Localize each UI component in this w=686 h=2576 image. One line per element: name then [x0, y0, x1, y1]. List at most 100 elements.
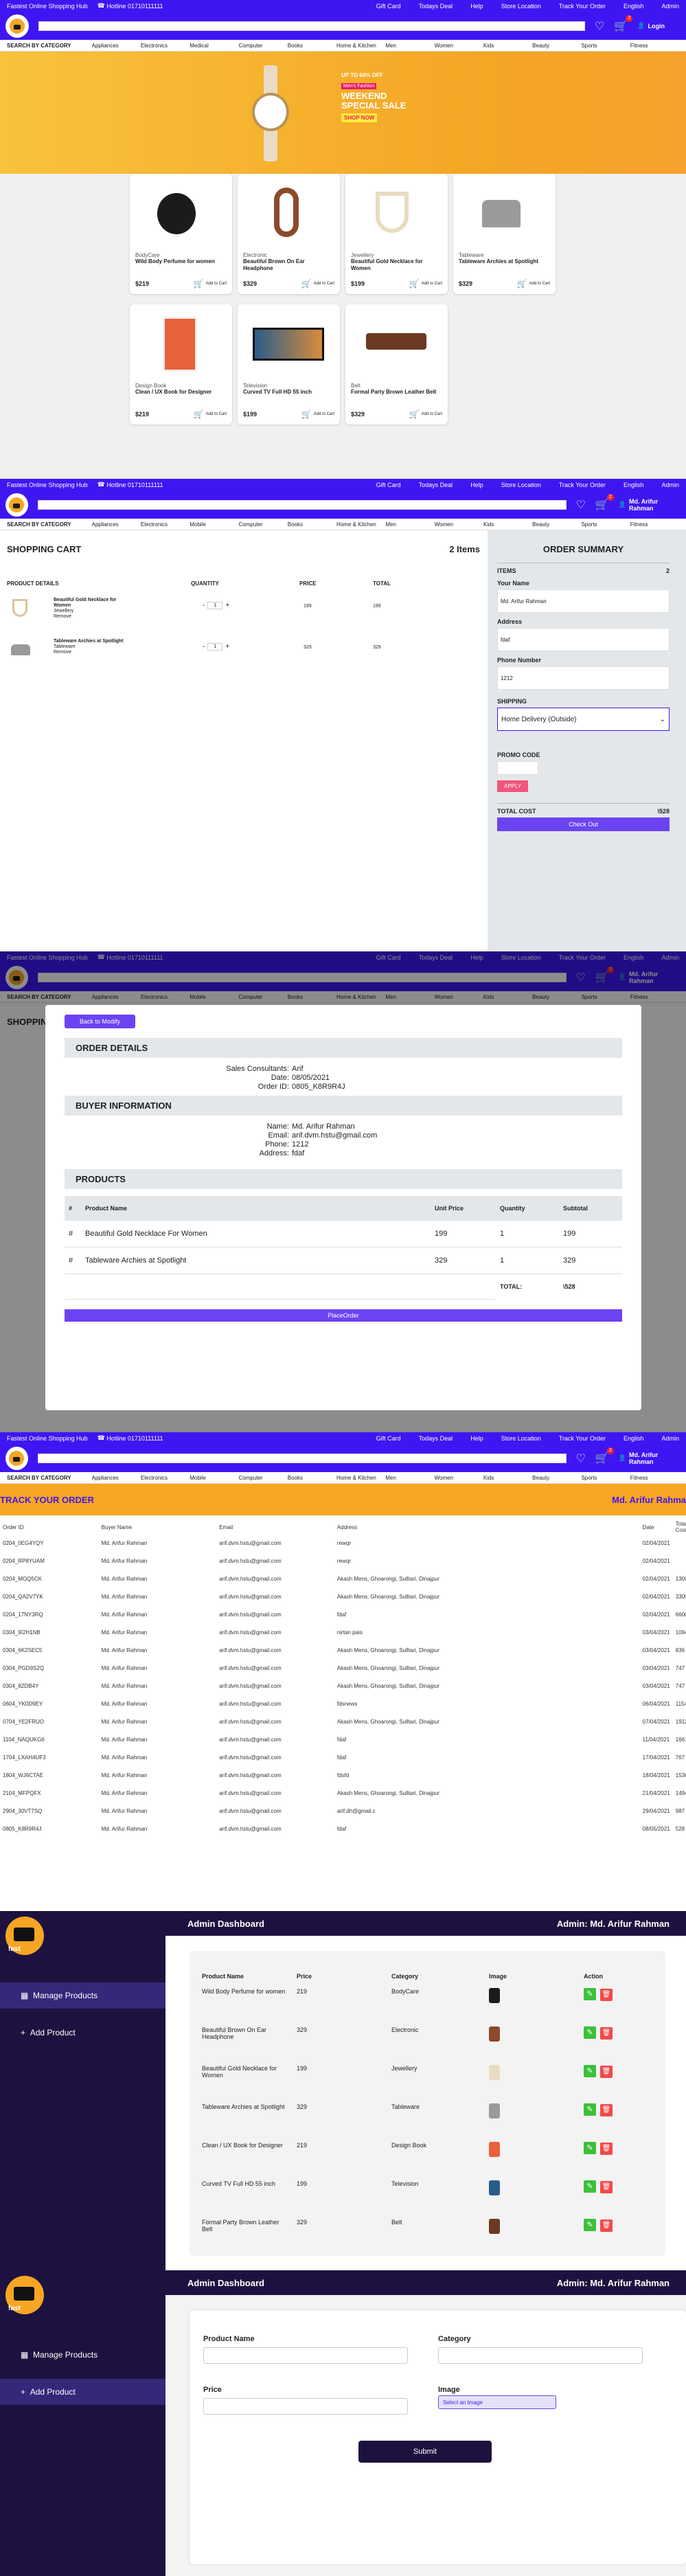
add-to-cart-button[interactable]: 🛒 Add to Cart — [409, 279, 442, 289]
link-track-order[interactable]: Track Your Order — [559, 1435, 606, 1442]
user-menu[interactable]: 👤 Md. Arifur Rahman — [619, 498, 681, 512]
link-admin[interactable]: Admin — [661, 3, 679, 10]
cat-mobile[interactable]: Mobile — [190, 521, 238, 528]
product-card[interactable]: Design Book Clean / UX Book for Designer… — [130, 304, 232, 425]
delete-icon[interactable]: 🗑 — [600, 2181, 613, 2193]
edit-icon[interactable]: ✎ — [584, 2026, 596, 2039]
language-select[interactable]: English — [624, 482, 644, 488]
link-todays-deal[interactable]: Todays Deal — [419, 3, 453, 10]
cat-women[interactable]: Women — [435, 43, 483, 49]
cat-electronics[interactable]: Electronics — [141, 521, 190, 528]
search-by-category[interactable]: SEARCH BY CATEGORY — [7, 1475, 71, 1481]
sidebar-item-manage-products[interactable]: ▦ Manage Products — [0, 1982, 165, 2009]
link-admin[interactable]: Admin — [661, 482, 679, 488]
link-store-location[interactable]: Store Location — [501, 482, 541, 488]
select-image-button[interactable]: Select an Image — [438, 2395, 556, 2409]
decrease-qty-button[interactable]: - — [203, 602, 205, 609]
cat-computer[interactable]: Computer — [238, 43, 287, 49]
delete-icon[interactable]: 🗑 — [600, 2027, 613, 2040]
apply-button[interactable]: APPLY — [497, 780, 529, 792]
cat-sports[interactable]: Sports — [581, 43, 630, 49]
cat-beauty[interactable]: Beauty — [532, 1475, 581, 1481]
add-to-cart-button[interactable]: 🛒 Add to Cart — [301, 279, 334, 289]
edit-icon[interactable]: ✎ — [584, 2065, 596, 2077]
cat-kids[interactable]: Kids — [483, 521, 532, 528]
edit-icon[interactable]: ✎ — [584, 2219, 596, 2231]
delete-icon[interactable]: 🗑 — [600, 1989, 613, 2001]
product-name-input[interactable] — [203, 2347, 408, 2364]
search-by-category[interactable]: SEARCH BY CATEGORY — [7, 43, 71, 49]
search-input[interactable] — [37, 499, 567, 510]
product-card[interactable]: Belt Formal Party Brown Leather Belt $32… — [345, 304, 448, 425]
cat-electronics[interactable]: Electronics — [141, 1475, 190, 1481]
add-to-cart-button[interactable]: 🛒 Add to Cart — [194, 409, 227, 419]
cat-books[interactable]: Books — [288, 43, 336, 49]
increase-qty-button[interactable]: + — [225, 643, 229, 651]
logo[interactable] — [5, 493, 28, 517]
cat-fitness[interactable]: Fitness — [630, 1475, 679, 1481]
product-card[interactable]: Tableware Tableware Archies at Spotlight… — [453, 174, 556, 294]
link-store-location[interactable]: Store Location — [501, 1435, 541, 1442]
address-input[interactable]: fdaf — [497, 628, 670, 651]
search-input[interactable] — [37, 1453, 567, 1463]
qty-input[interactable]: 1 — [207, 602, 223, 609]
qty-input[interactable]: 1 — [207, 643, 223, 651]
link-gift-card[interactable]: Gift Card — [376, 1435, 401, 1442]
heart-icon[interactable]: ♡ — [595, 19, 604, 33]
product-card[interactable]: BodyCare Wild Body Perfume for women $21… — [130, 174, 232, 294]
submit-button[interactable]: Submit — [358, 2441, 492, 2463]
cat-books[interactable]: Books — [288, 521, 336, 528]
delete-icon[interactable]: 🗑 — [600, 2066, 613, 2078]
edit-icon[interactable]: ✎ — [584, 2142, 596, 2154]
cat-kids[interactable]: Kids — [483, 43, 532, 49]
place-order-button[interactable]: PlaceOrder — [65, 1309, 622, 1322]
cat-computer[interactable]: Computer — [238, 1475, 287, 1481]
category-input[interactable] — [438, 2347, 643, 2364]
cat-men[interactable]: Men — [385, 1475, 434, 1481]
cat-home-kitchen[interactable]: Home & Kitchen — [336, 43, 385, 49]
link-gift-card[interactable]: Gift Card — [376, 3, 401, 10]
cat-appliances[interactable]: Appliances — [92, 521, 141, 528]
sidebar-item-manage-products[interactable]: ▦ Manage Products — [0, 2342, 165, 2368]
edit-icon[interactable]: ✎ — [584, 2180, 596, 2193]
login-button[interactable]: 👤 Login — [637, 22, 665, 30]
add-to-cart-button[interactable]: 🛒 Add to Cart — [194, 279, 227, 289]
cat-appliances[interactable]: Appliances — [92, 43, 141, 49]
cat-women[interactable]: Women — [435, 521, 483, 528]
back-to-modify-button[interactable]: Back to Modify — [65, 1015, 136, 1028]
phone-input[interactable]: 1212 — [497, 666, 670, 690]
remove-link[interactable]: Remove — [54, 650, 71, 655]
decrease-qty-button[interactable]: - — [203, 643, 205, 651]
search-input[interactable] — [38, 21, 585, 31]
cat-computer[interactable]: Computer — [238, 521, 287, 528]
cat-men[interactable]: Men — [385, 43, 434, 49]
language-select[interactable]: English — [624, 3, 644, 10]
delete-icon[interactable]: 🗑 — [600, 2143, 613, 2155]
logo[interactable] — [5, 1446, 28, 1470]
promo-input[interactable] — [497, 761, 538, 775]
cart-icon[interactable]: 🛒 2 — [595, 493, 614, 512]
heart-icon[interactable]: ♡ — [576, 498, 586, 512]
edit-icon[interactable]: ✎ — [584, 1988, 596, 2000]
link-help[interactable]: Help — [470, 482, 483, 488]
heart-icon[interactable]: ♡ — [576, 1451, 586, 1465]
remove-link[interactable]: Remove — [54, 614, 71, 619]
cat-women[interactable]: Women — [435, 1475, 483, 1481]
user-menu[interactable]: 👤 Md. Arifur Rahman — [619, 1451, 681, 1465]
cat-home-kitchen[interactable]: Home & Kitchen — [336, 1475, 385, 1481]
search-by-category[interactable]: SEARCH BY CATEGORY — [7, 521, 71, 528]
link-help[interactable]: Help — [470, 1435, 483, 1442]
logo[interactable] — [5, 14, 29, 38]
cat-appliances[interactable]: Appliances — [92, 1475, 141, 1481]
cat-books[interactable]: Books — [288, 1475, 336, 1481]
cat-men[interactable]: Men — [385, 521, 434, 528]
cart-icon[interactable]: 🛒 2 — [595, 1447, 614, 1465]
cat-sports[interactable]: Sports — [581, 521, 630, 528]
add-to-cart-button[interactable]: 🛒 Add to Cart — [517, 279, 550, 289]
shipping-select[interactable]: Home Delivery (Outside) ⌄ — [497, 708, 670, 731]
cat-electronics[interactable]: Electronics — [141, 43, 190, 49]
link-admin[interactable]: Admin — [661, 1435, 679, 1442]
edit-icon[interactable]: ✎ — [584, 2103, 596, 2116]
name-input[interactable]: Md. Arifur Rahman — [497, 589, 670, 613]
link-track-order[interactable]: Track Your Order — [559, 482, 606, 488]
